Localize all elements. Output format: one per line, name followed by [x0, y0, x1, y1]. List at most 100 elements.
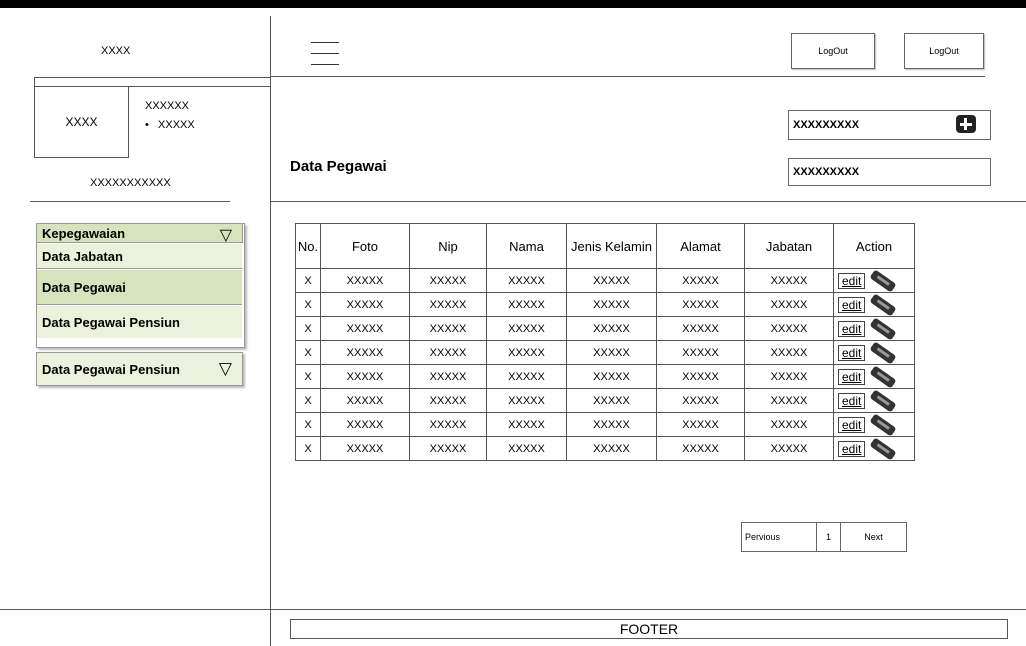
wrench-icon[interactable]	[869, 436, 897, 461]
column-header-nama: Nama	[486, 223, 567, 269]
table-cell: XXXXX	[409, 316, 487, 341]
add-icon[interactable]	[956, 115, 976, 133]
table-cell: XXXXX	[656, 316, 745, 341]
table-cell: XXXXX	[320, 316, 410, 341]
table-cell: XXXXX	[486, 436, 567, 461]
edit-button[interactable]: edit	[838, 320, 866, 337]
wrench-icon[interactable]	[869, 388, 897, 413]
edit-button[interactable]: edit	[838, 416, 866, 433]
search-input[interactable]: XXXXXXXXX	[788, 110, 991, 140]
table-cell: XXXXX	[566, 388, 657, 413]
menu-group-pensiun[interactable]: Data Pegawai Pensiun ▽	[36, 352, 243, 386]
table-cell: XXXXX	[566, 292, 657, 317]
action-cell: edit	[833, 436, 915, 461]
next-button[interactable]: Next	[840, 522, 907, 552]
wrench-icon[interactable]	[869, 268, 897, 293]
sidebar-item-data-jabatan[interactable]: Data Jabatan	[37, 244, 242, 269]
table-cell: XXXXX	[486, 364, 567, 389]
table-cell: XXXXX	[566, 268, 657, 293]
logout-button-secondary[interactable]: LogOut	[904, 33, 984, 69]
user-bullet-label: XXXXX	[158, 119, 195, 131]
table-cell: XXXXX	[409, 388, 487, 413]
table-cell: X	[295, 364, 321, 389]
column-header-jabatan: Jabatan	[744, 223, 834, 269]
logout-button[interactable]: LogOut	[791, 33, 875, 69]
table-header-row: No. Foto Nip Nama Jenis Kelamin Alamat J…	[295, 223, 915, 269]
page-number-button[interactable]: 1	[816, 522, 841, 552]
table-cell: XXXXX	[320, 292, 410, 317]
table-cell: XXXXX	[409, 292, 487, 317]
table-row: X XXXXX XXXXX XXXXX XXXXX XXXXX XXXXX edit	[295, 364, 915, 389]
table-cell: XXXXX	[744, 364, 834, 389]
edit-button[interactable]: edit	[838, 344, 866, 361]
page-title: Data Pegawai	[290, 158, 387, 175]
table-cell: XXXXX	[656, 412, 745, 437]
sidebar-item-label: Data Jabatan	[42, 248, 123, 264]
sidebar-divider	[270, 16, 271, 646]
app-logo: XXXX	[101, 45, 131, 57]
user-id: XXXXXXXXXXX	[90, 177, 171, 189]
menu-group-header[interactable]: Kepegawaian ▽	[36, 223, 243, 244]
table-cell: XXXXX	[656, 436, 745, 461]
table-cell: XXXXX	[566, 436, 657, 461]
table-cell: XXXXX	[320, 364, 410, 389]
chevron-down-icon: ▽	[219, 227, 232, 244]
edit-button[interactable]: edit	[838, 272, 866, 289]
wrench-icon[interactable]	[869, 316, 897, 341]
logout-label: LogOut	[818, 46, 848, 56]
filter-input[interactable]: XXXXXXXXX	[788, 158, 991, 186]
table-cell: XXXXX	[656, 364, 745, 389]
action-cell: edit	[833, 340, 915, 365]
table-cell: XXXXX	[320, 268, 410, 293]
footer-label: FOOTER	[619, 621, 679, 637]
table-cell: XXXXX	[486, 340, 567, 365]
menu-group-label: Data Pegawai Pensiun	[42, 361, 180, 377]
table-cell: XXXXX	[656, 340, 745, 365]
table-row: X XXXXX XXXXX XXXXX XXXXX XXXXX XXXXX edit	[295, 436, 915, 461]
edit-button[interactable]: edit	[838, 440, 866, 457]
wrench-icon[interactable]	[869, 292, 897, 317]
table-cell: XXXXX	[486, 292, 567, 317]
table-cell: XXXXX	[486, 316, 567, 341]
table-cell: XXXXX	[744, 340, 834, 365]
table-cell: X	[295, 436, 321, 461]
hamburger-menu-icon[interactable]	[311, 42, 339, 72]
logout-label: LogOut	[929, 46, 959, 56]
action-cell: edit	[833, 412, 915, 437]
edit-button[interactable]: edit	[838, 296, 866, 313]
wrench-icon[interactable]	[869, 340, 897, 365]
table-cell: X	[295, 388, 321, 413]
table-cell: XXXXX	[566, 412, 657, 437]
profile-divider	[30, 201, 230, 202]
column-header-nip: Nip	[409, 223, 487, 269]
action-cell: edit	[833, 268, 915, 293]
sidebar-item-data-pegawai[interactable]: Data Pegawai	[37, 270, 242, 305]
footer: FOOTER	[290, 619, 1008, 639]
previous-button[interactable]: Pervious	[741, 522, 817, 552]
wrench-icon[interactable]	[869, 412, 897, 437]
table-row: X XXXXX XXXXX XXXXX XXXXX XXXXX XXXXX edit	[295, 292, 915, 317]
sidebar-item-data-pegawai-pensiun[interactable]: Data Pegawai Pensiun	[37, 306, 242, 338]
edit-button[interactable]: edit	[838, 392, 866, 409]
subheader-divider	[270, 201, 1026, 202]
table-cell: X	[295, 412, 321, 437]
column-header-foto: Foto	[320, 223, 410, 269]
table-row: X XXXXX XXXXX XXXXX XXXXX XXXXX XXXXX edit	[295, 340, 915, 365]
action-cell: edit	[833, 364, 915, 389]
table-cell: XXXXX	[486, 412, 567, 437]
table-cell: XXXXX	[656, 268, 745, 293]
table-row: X XXXXX XXXXX XXXXX XXXXX XXXXX XXXXX edit	[295, 412, 915, 437]
table-cell: X	[295, 292, 321, 317]
table-row: X XXXXX XXXXX XXXXX XXXXX XXXXX XXXXX edit	[295, 388, 915, 413]
table-cell: XXXXX	[486, 388, 567, 413]
user-bullet-item: • XXXXX	[145, 119, 195, 131]
edit-button[interactable]: edit	[838, 368, 866, 385]
wrench-icon[interactable]	[869, 364, 897, 389]
column-header-alamat: Alamat	[656, 223, 745, 269]
table-cell: XXXXX	[409, 268, 487, 293]
table-cell: XXXXX	[656, 388, 745, 413]
menu-group-label: Kepegawaian	[42, 225, 126, 241]
user-title: XXXXXX	[145, 100, 190, 112]
column-header-no: No.	[295, 223, 321, 269]
bullet-icon: •	[145, 119, 149, 131]
